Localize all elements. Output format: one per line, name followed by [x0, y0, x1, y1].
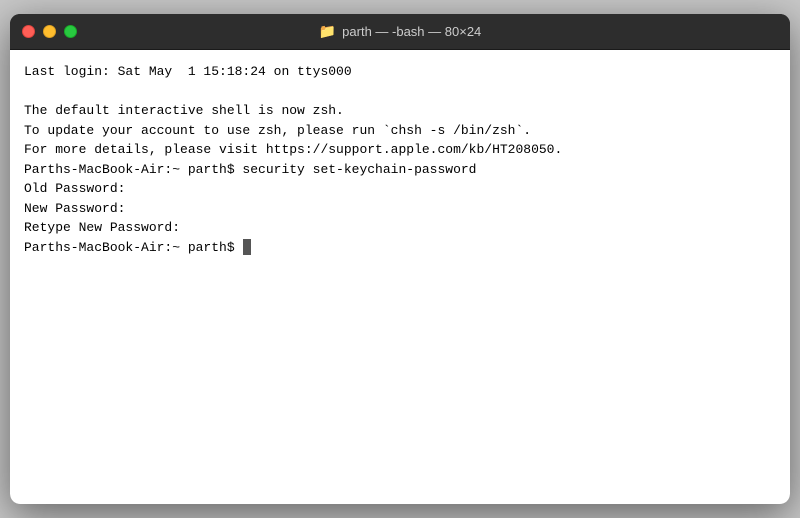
titlebar: 📁 parth — -bash — 80×24	[10, 14, 790, 50]
maximize-button[interactable]	[64, 25, 77, 38]
title-text: parth — -bash — 80×24	[342, 24, 481, 39]
terminal-cursor	[243, 239, 251, 255]
window-title: 📁 parth — -bash — 80×24	[319, 23, 482, 40]
folder-icon: 📁	[319, 23, 336, 40]
minimize-button[interactable]	[43, 25, 56, 38]
terminal-window: 📁 parth — -bash — 80×24 Last login: Sat …	[10, 14, 790, 504]
terminal-output: Last login: Sat May 1 15:18:24 on ttys00…	[24, 62, 776, 257]
close-button[interactable]	[22, 25, 35, 38]
traffic-lights	[22, 25, 77, 38]
terminal-body[interactable]: Last login: Sat May 1 15:18:24 on ttys00…	[10, 50, 790, 504]
